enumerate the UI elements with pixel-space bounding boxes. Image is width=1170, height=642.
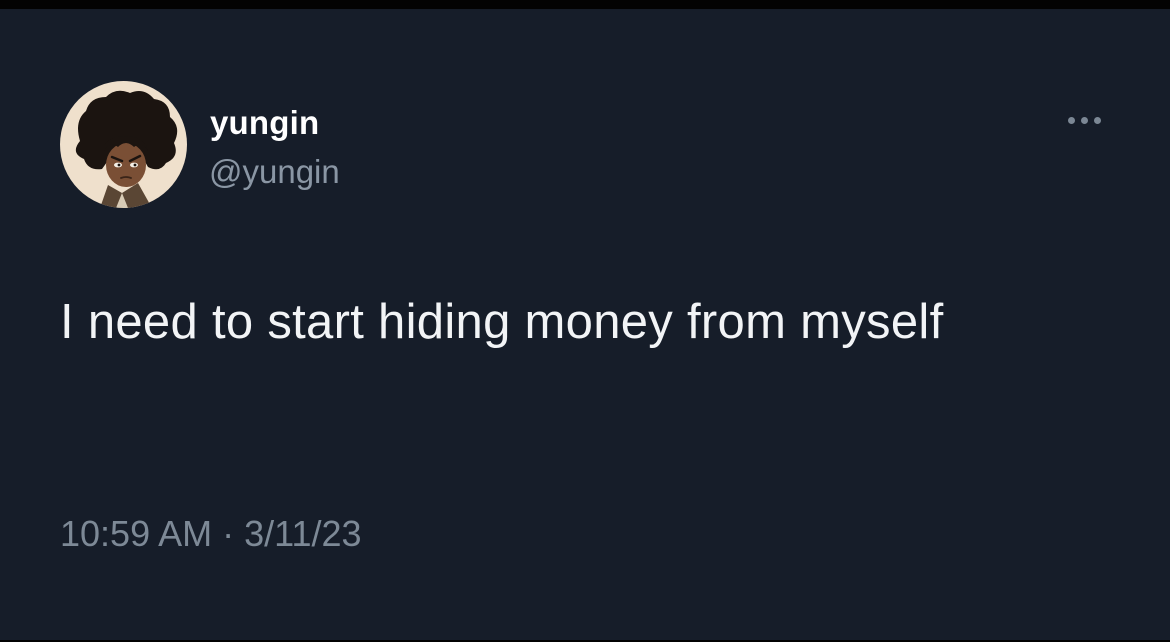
more-options-button[interactable] (1058, 107, 1110, 133)
author-display-name[interactable]: yungin (210, 106, 319, 139)
meta-separator: · (222, 513, 235, 554)
author-handle[interactable]: @yungin (209, 155, 340, 188)
more-horizontal-icon-dot (1093, 116, 1101, 124)
top-edge-bar (0, 0, 1170, 9)
tweet-date[interactable]: 3/11/23 (244, 513, 361, 554)
cartoon-character-avatar-icon (75, 90, 178, 208)
more-horizontal-icon (1067, 116, 1075, 124)
avatar[interactable] (60, 81, 187, 208)
tweet-text: I need to start hiding money from myself (60, 295, 944, 349)
tweet-meta: 10:59 AM · 3/11/23 (60, 516, 362, 552)
more-horizontal-icon-dot (1080, 116, 1088, 124)
tweet-time[interactable]: 10:59 AM (60, 513, 212, 554)
